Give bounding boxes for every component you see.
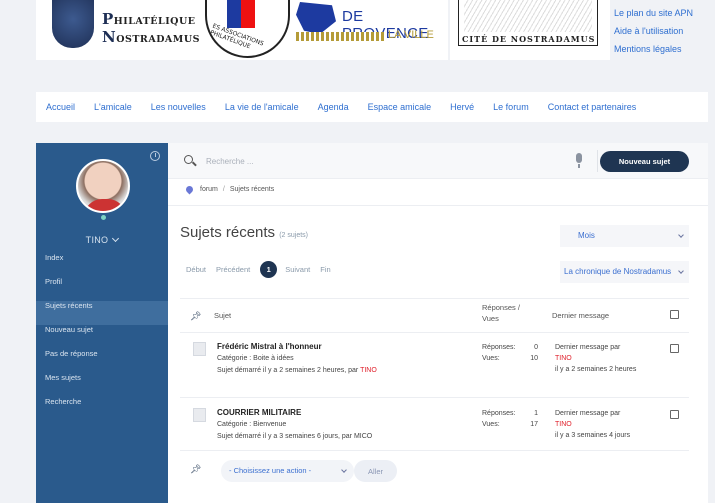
sidebar-nav: Index Profil Sujets récents Nouveau suje… bbox=[36, 253, 168, 421]
search-bar: Nouveau sujet bbox=[168, 143, 708, 179]
chevron-down-icon bbox=[341, 467, 347, 473]
nav-agenda[interactable]: Agenda bbox=[318, 102, 349, 112]
flag-icon bbox=[227, 0, 241, 28]
help-link[interactable]: Aide à l'utilisation bbox=[614, 22, 693, 40]
philatelique-logo[interactable]: PHILATÉLIQUE NOSTRADAMUS bbox=[46, 0, 206, 52]
associations-logo[interactable]: ES ASSOCIATIONS PHILATÉLIQUE bbox=[205, 0, 290, 58]
page-prev[interactable]: Précédent bbox=[216, 265, 250, 274]
nav-forum[interactable]: Le forum bbox=[493, 102, 529, 112]
sidebar-item-mes-sujets[interactable]: Mes sujets bbox=[36, 373, 168, 397]
avatar[interactable] bbox=[76, 159, 130, 213]
chevron-down-icon bbox=[112, 234, 120, 243]
pagination: Début Précédent 1 Suivant Fin bbox=[186, 261, 341, 278]
divider bbox=[597, 150, 598, 172]
table-row: COURRIER MILITAIRE Catégorie : Bienvenue… bbox=[180, 399, 689, 449]
salon-provence-logo[interactable]: DE PROVENCE LA VILLE bbox=[296, 0, 436, 52]
row-checkbox[interactable] bbox=[670, 410, 679, 419]
user-menu[interactable]: TINO bbox=[36, 234, 168, 245]
nav-espace-amicale[interactable]: Espace amicale bbox=[368, 102, 432, 112]
lion-icon bbox=[296, 2, 336, 34]
new-topic-button[interactable]: Nouveau sujet bbox=[600, 151, 689, 172]
last-message: Dernier message par TINO il y a 3 semain… bbox=[555, 408, 655, 441]
topic-stats: Réponses: 0 Vues: 10 bbox=[482, 344, 538, 362]
chevron-down-icon bbox=[678, 232, 684, 238]
document-icon bbox=[193, 342, 206, 356]
page-first[interactable]: Début bbox=[186, 265, 206, 274]
cite-nostradamus-logo[interactable]: CITÉ DE NOSTRADAMUS bbox=[458, 0, 598, 52]
forum-select[interactable]: La chronique de Nostradamus bbox=[560, 261, 689, 283]
search-input[interactable] bbox=[206, 153, 506, 169]
breadcrumb-forum[interactable]: forum bbox=[200, 186, 218, 193]
search-icon[interactable] bbox=[184, 155, 193, 164]
legal-link[interactable]: Mentions légales bbox=[614, 40, 693, 58]
last-author-link[interactable]: TINO bbox=[555, 419, 655, 430]
topic-category: Catégorie : Boite à idées bbox=[217, 355, 294, 362]
nav-vie-amicale[interactable]: La vie de l'amicale bbox=[225, 102, 299, 112]
topic-category: Catégorie : Bienvenue bbox=[217, 421, 287, 428]
top-links: Le plan du site APN Aide à l'utilisation… bbox=[614, 4, 693, 58]
bulk-actions: 📌︎ - Choisissez une action - Aller bbox=[180, 459, 689, 483]
microphone-icon[interactable] bbox=[576, 153, 582, 168]
topic-started: Sujet démarré il y a 3 semaines 6 jours,… bbox=[217, 433, 373, 440]
nav-herve[interactable]: Hervé bbox=[450, 102, 474, 112]
topic-started: Sujet démarré il y a 2 semaines 2 heures… bbox=[217, 367, 377, 374]
site-map-link[interactable]: Le plan du site APN bbox=[614, 4, 693, 22]
divider bbox=[168, 205, 708, 206]
breadcrumb-current: Sujets récents bbox=[229, 186, 275, 193]
page-last[interactable]: Fin bbox=[320, 265, 330, 274]
location-pin-icon bbox=[184, 184, 195, 195]
sidebar: TINO Index Profil Sujets récents Nouveau… bbox=[36, 143, 168, 503]
main-panel: Nouveau sujet forum / Sujets récents Suj… bbox=[168, 143, 708, 503]
nav-contact[interactable]: Contact et partenaires bbox=[548, 102, 637, 112]
sidebar-item-sujets-recents[interactable]: Sujets récents bbox=[36, 301, 168, 325]
select-all-checkbox[interactable] bbox=[670, 310, 679, 319]
divider bbox=[180, 450, 689, 451]
sidebar-item-nouveau-sujet[interactable]: Nouveau sujet bbox=[36, 325, 168, 349]
divider bbox=[180, 397, 689, 398]
col-last-message: Dernier message bbox=[552, 311, 610, 320]
sidebar-item-pas-de-reponse[interactable]: Pas de réponse bbox=[36, 349, 168, 373]
action-select[interactable]: - Choisissez une action - bbox=[221, 460, 354, 482]
col-replies: Réponses / Vues bbox=[482, 303, 520, 323]
chevron-down-icon bbox=[678, 268, 684, 274]
document-icon bbox=[193, 408, 206, 422]
author-link[interactable]: TINO bbox=[360, 367, 377, 374]
col-subject: Sujet bbox=[214, 311, 232, 320]
online-status-icon bbox=[99, 213, 108, 222]
sidebar-item-profil[interactable]: Profil bbox=[36, 277, 168, 301]
nav-nouvelles[interactable]: Les nouvelles bbox=[151, 102, 206, 112]
page-current[interactable]: 1 bbox=[260, 261, 278, 278]
pin-icon: 📌︎ bbox=[190, 311, 202, 321]
main-nav: Accueil L'amicale Les nouvelles La vie d… bbox=[36, 92, 708, 122]
topic-stats: Réponses: 1 Vues: 17 bbox=[482, 410, 538, 428]
table-header: 📌︎ Sujet Réponses / Vues Dernier message bbox=[180, 298, 689, 332]
nav-accueil[interactable]: Accueil bbox=[46, 102, 75, 112]
topic-title[interactable]: Frédéric Mistral à l'honneur bbox=[217, 342, 322, 351]
topic-count: (2 sujets) bbox=[279, 232, 309, 239]
row-checkbox[interactable] bbox=[670, 344, 679, 353]
emblem-icon bbox=[52, 0, 94, 48]
breadcrumb: forum / Sujets récents bbox=[184, 184, 275, 195]
pin-icon: 📌︎ bbox=[190, 465, 202, 475]
sidebar-item-recherche[interactable]: Recherche bbox=[36, 397, 168, 421]
last-author-link[interactable]: TINO bbox=[555, 353, 655, 364]
topic-title[interactable]: COURRIER MILITAIRE bbox=[217, 408, 301, 417]
table-row: Frédéric Mistral à l'honneur Catégorie :… bbox=[180, 333, 689, 397]
nav-amicale[interactable]: L'amicale bbox=[94, 102, 132, 112]
page: PHILATÉLIQUE NOSTRADAMUS ES ASSOCIATIONS… bbox=[0, 0, 715, 503]
last-message: Dernier message par TINO il y a 2 semain… bbox=[555, 342, 655, 375]
page-title: Sujets récents (2 sujets) bbox=[180, 224, 309, 241]
go-button[interactable]: Aller bbox=[354, 460, 397, 482]
period-select[interactable]: Mois bbox=[560, 225, 689, 247]
clock-icon[interactable] bbox=[150, 151, 160, 161]
page-next[interactable]: Suivant bbox=[285, 265, 310, 274]
sidebar-item-index[interactable]: Index bbox=[36, 253, 168, 277]
